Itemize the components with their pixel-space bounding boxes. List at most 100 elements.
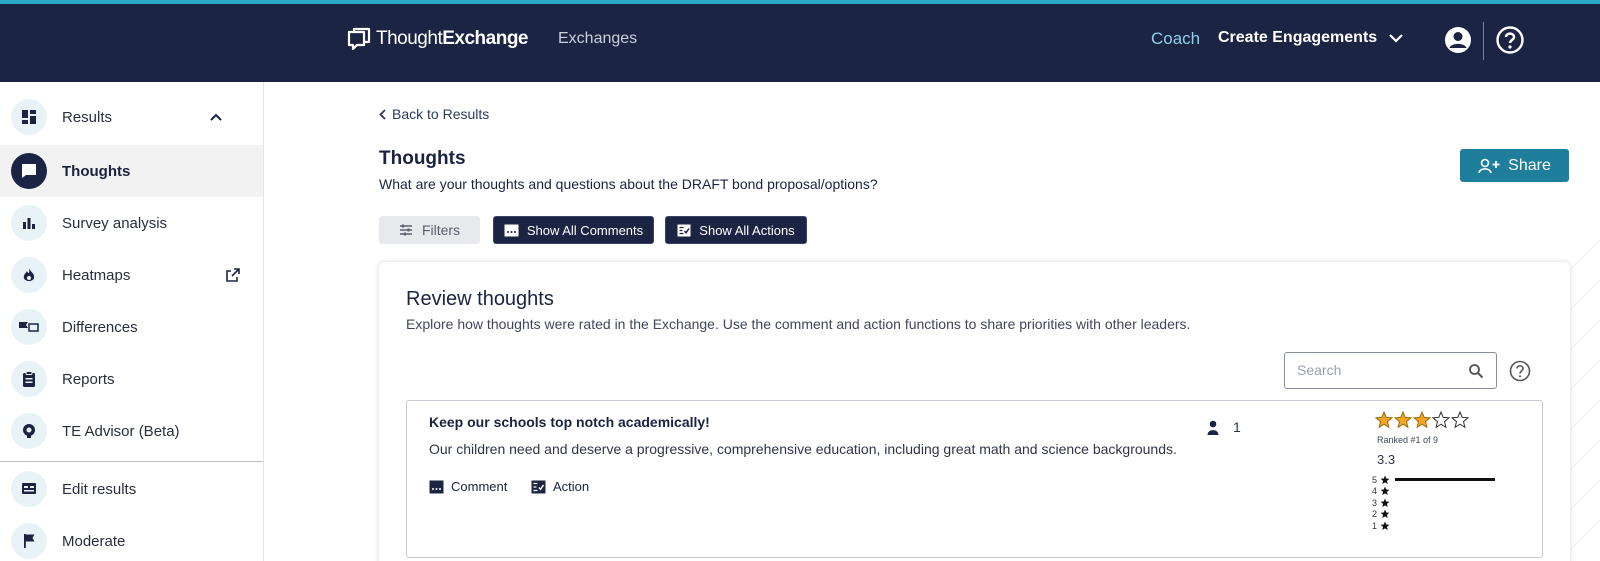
thoughtexchange-logo[interactable]: ThoughtExchange (346, 26, 528, 52)
small-star-icon (1380, 521, 1390, 530)
sidebar-item-label: TE Advisor (Beta) (62, 422, 180, 440)
dashboard-icon (11, 99, 47, 135)
sidebar-item-label: Reports (62, 370, 115, 388)
share-button[interactable]: Share (1460, 149, 1569, 182)
distribution-row: 5 (1369, 474, 1495, 486)
comment-button[interactable]: Comment (429, 479, 507, 494)
chevron-up-icon[interactable] (209, 112, 223, 122)
exchange-question: What are your thoughts and questions abo… (379, 176, 878, 192)
bar-chart-icon (11, 205, 47, 241)
thought-title: Keep our schools top notch academically! (429, 414, 710, 430)
filters-button[interactable]: Filters (379, 216, 480, 244)
star-filled-icon (1413, 411, 1431, 429)
user-account-icon[interactable] (1443, 25, 1473, 55)
comment-icon (504, 224, 519, 236)
sidebar-item-label: Thoughts (62, 162, 131, 180)
show-all-actions-button[interactable]: Show All Actions (665, 216, 807, 244)
chevron-left-icon (379, 108, 386, 120)
star-filled-icon (1375, 411, 1393, 429)
action-button[interactable]: Action (531, 479, 589, 494)
search-help-icon[interactable] (1509, 360, 1531, 382)
sidebar-item-label: Heatmaps (62, 266, 131, 284)
distribution-star-number: 2 (1371, 509, 1377, 520)
logo-mark-icon (347, 27, 371, 51)
show-all-comments-button[interactable]: Show All Comments (493, 216, 654, 244)
comment-icon (429, 480, 444, 493)
sidebar-item-moderate[interactable]: Moderate (0, 515, 263, 561)
distribution-row: 2 (1369, 509, 1495, 521)
action-checklist-icon (531, 480, 546, 493)
thought-card: Keep our schools top notch academically!… (406, 400, 1543, 558)
sidebar-item-results[interactable]: Results (0, 91, 263, 143)
rank-text: Ranked #1 of 9 (1377, 435, 1439, 445)
sidebar-item-thoughts[interactable]: Thoughts (0, 145, 263, 197)
sidebar-item-survey-analysis[interactable]: Survey analysis (0, 197, 263, 249)
clipboard-icon (11, 361, 47, 397)
thought-body: Our children need and deserve a progress… (429, 441, 1177, 457)
small-star-icon (1380, 509, 1390, 519)
small-star-icon (1380, 486, 1390, 496)
review-thoughts-title: Review thoughts (406, 288, 554, 310)
distribution-star-number: 4 (1371, 486, 1377, 497)
search-box (1284, 352, 1497, 389)
distribution-row: 1 (1369, 520, 1495, 532)
edit-results-icon (11, 471, 47, 507)
back-link-label: Back to Results (392, 106, 490, 122)
distribution-bar (1395, 478, 1495, 482)
compare-flags-icon (11, 309, 47, 345)
sidebar-item-label: Moderate (62, 532, 126, 550)
flame-icon (11, 257, 47, 293)
sidebar-item-edit-results[interactable]: Edit results (0, 463, 263, 515)
star-empty-icon (1432, 411, 1450, 429)
header-divider (1483, 22, 1484, 60)
action-label: Action (553, 479, 590, 494)
decorative-diagonal-lines (1570, 239, 1600, 551)
add-user-icon (1478, 158, 1500, 173)
average-rating: 3.3 (1377, 452, 1396, 467)
sidebar-item-te-advisor[interactable]: TE Advisor (Beta) (0, 405, 263, 457)
star-filled-icon (1394, 411, 1412, 429)
top-header: ThoughtExchange Exchanges Coach Create E… (0, 4, 1600, 82)
sidebar-item-heatmaps[interactable]: Heatmaps (0, 249, 263, 301)
filters-label: Filters (421, 222, 461, 238)
distribution-star-number: 5 (1371, 474, 1377, 485)
comment-label: Comment (451, 479, 508, 494)
show-all-comments-label: Show All Comments (526, 222, 644, 238)
create-engagements-menu[interactable]: Create Engagements (1218, 29, 1403, 47)
star-empty-icon (1451, 411, 1469, 429)
sidebar-item-label: Results (62, 108, 113, 126)
star-rating (1375, 411, 1469, 429)
nav-coach-link[interactable]: Coach (1151, 29, 1200, 49)
nav-exchanges-link[interactable]: Exchanges (558, 30, 637, 48)
small-star-icon (1380, 475, 1390, 484)
participant-count: 1 (1207, 419, 1241, 435)
help-icon[interactable] (1495, 25, 1525, 55)
review-thoughts-description: Explore how thoughts were rated in the E… (406, 316, 1191, 332)
show-all-actions-label: Show All Actions (699, 222, 795, 238)
search-input[interactable] (1297, 362, 1457, 378)
sidebar-divider (0, 461, 263, 462)
logo-text: ThoughtExchange (376, 28, 528, 49)
distribution-row: 4 (1369, 486, 1495, 498)
distribution-star-number: 1 (1371, 520, 1377, 531)
person-icon (1207, 420, 1219, 435)
page-title: Thoughts (379, 148, 466, 169)
chat-bubble-icon (11, 153, 47, 189)
sidebar-item-label: Differences (62, 318, 138, 336)
action-checklist-icon (677, 224, 691, 236)
sidebar: Results Thoughts Survey analysis Heatmap… (0, 82, 264, 561)
small-star-icon (1380, 498, 1390, 507)
back-to-results-link[interactable]: Back to Results (379, 106, 489, 122)
sidebar-item-reports[interactable]: Reports (0, 353, 263, 405)
review-thoughts-card: Review thoughts Explore how thoughts wer… (379, 262, 1570, 561)
search-icon[interactable] (1468, 363, 1484, 379)
sidebar-item-label: Survey analysis (62, 214, 168, 232)
distribution-row: 3 (1369, 497, 1495, 509)
chevron-down-icon (1389, 34, 1403, 43)
flag-icon (11, 523, 47, 559)
sidebar-item-label: Edit results (62, 480, 137, 498)
advisor-badge-icon (11, 413, 47, 449)
sidebar-item-differences[interactable]: Differences (0, 301, 263, 353)
sliders-icon (399, 224, 412, 236)
external-link-icon[interactable] (225, 267, 241, 283)
